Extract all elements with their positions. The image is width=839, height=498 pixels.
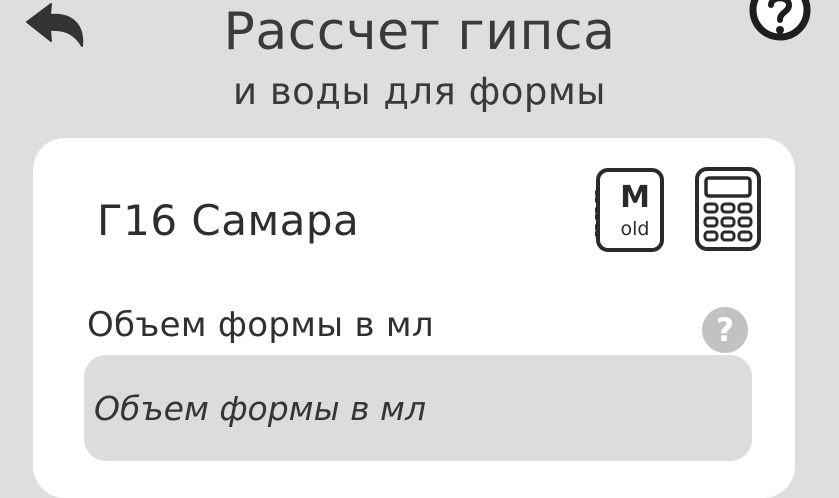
gypsum-select-button[interactable]: M old [591, 167, 665, 253]
gypsum-letter: M [620, 180, 650, 215]
calculation-card: Г16 Самара M old Объем формы в мл ? [33, 138, 795, 498]
page-title: Рассчет гипса [223, 2, 616, 62]
gypsum-bag-icon: M old [591, 168, 664, 252]
question-circle-icon: ? [715, 311, 735, 349]
product-name: Г16 Самара [97, 196, 360, 245]
volume-help-button[interactable]: ? [702, 307, 748, 353]
calculator-button[interactable] [694, 166, 762, 252]
gypsum-tag: old [621, 218, 650, 240]
calculator-icon [695, 167, 761, 251]
volume-input[interactable] [84, 355, 752, 461]
volume-field-label: Объем формы в мл [87, 305, 434, 345]
page-subtitle: и воды для формы [233, 70, 606, 113]
